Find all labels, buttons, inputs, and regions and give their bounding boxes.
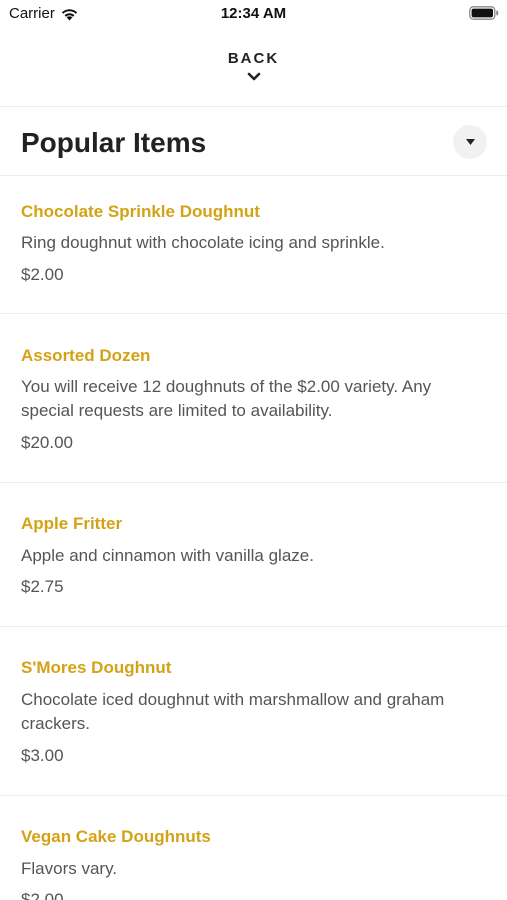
item-name: Assorted Dozen bbox=[21, 346, 151, 365]
menu-item[interactable]: S'Mores Doughnut Chocolate iced doughnut… bbox=[0, 627, 507, 795]
chevron-down-icon bbox=[247, 72, 260, 81]
caret-down-icon bbox=[465, 139, 475, 145]
item-description: Ring doughnut with chocolate icing and s… bbox=[21, 233, 385, 252]
menu-item[interactable]: Assorted Dozen You will receive 12 dough… bbox=[0, 314, 507, 482]
menu-item[interactable]: Vegan Cake Doughnuts Flavors vary. $2.00 bbox=[0, 796, 507, 900]
section-title: Popular Items bbox=[21, 127, 207, 158]
item-name: Apple Fritter bbox=[21, 514, 123, 533]
item-name: Vegan Cake Doughnuts bbox=[21, 827, 211, 846]
status-bar: Carrier 12:34 AM bbox=[0, 0, 507, 28]
item-price: $2.00 bbox=[21, 265, 64, 284]
section-header: Popular Items bbox=[0, 108, 507, 174]
section-collapse-button[interactable] bbox=[453, 125, 487, 159]
screen: Carrier 12:34 AM BACK Popular Items Choc… bbox=[0, 0, 507, 900]
back-button[interactable]: BACK bbox=[0, 48, 507, 94]
item-name: Chocolate Sprinkle Doughnut bbox=[21, 202, 260, 221]
item-description: You will receive 12 doughnuts of the $2.… bbox=[21, 377, 432, 420]
item-price: $2.00 bbox=[21, 890, 64, 900]
back-label: BACK bbox=[227, 50, 280, 67]
item-name: S'Mores Doughnut bbox=[21, 658, 172, 677]
battery-full-icon bbox=[469, 6, 499, 20]
item-price: $2.75 bbox=[21, 577, 64, 596]
menu-item[interactable]: Apple Fritter Apple and cinnamon with va… bbox=[0, 483, 507, 626]
header-divider bbox=[0, 106, 507, 107]
item-description: Chocolate iced doughnut with marshmallow… bbox=[21, 690, 445, 733]
item-price: $3.00 bbox=[21, 746, 64, 765]
menu-item[interactable]: Chocolate Sprinkle Doughnut Ring doughnu… bbox=[0, 176, 507, 313]
item-price: $20.00 bbox=[21, 433, 73, 452]
item-description: Flavors vary. bbox=[21, 859, 118, 878]
item-description: Apple and cinnamon with vanilla glaze. bbox=[21, 546, 314, 565]
status-time: 12:34 AM bbox=[220, 5, 287, 22]
